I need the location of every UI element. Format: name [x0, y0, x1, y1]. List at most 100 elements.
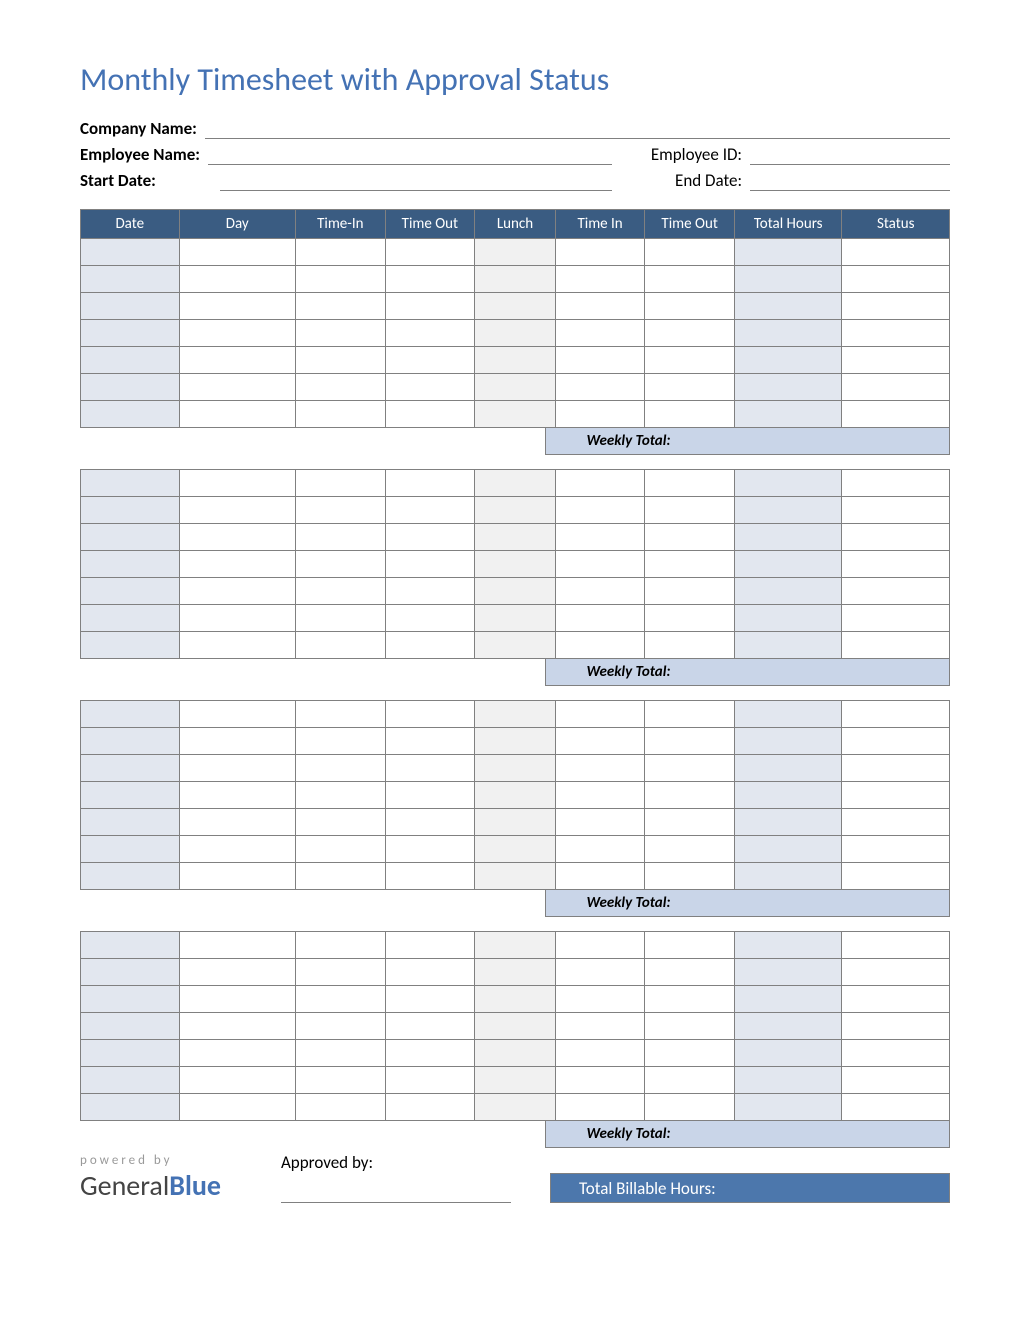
cell-status[interactable]: [842, 470, 950, 497]
cell-total_hours[interactable]: [734, 755, 842, 782]
cell-total_hours[interactable]: [734, 986, 842, 1013]
cell-status[interactable]: [842, 374, 950, 401]
cell-time_out_1[interactable]: [385, 1040, 475, 1067]
cell-total_hours[interactable]: [734, 701, 842, 728]
cell-time_out_2[interactable]: [645, 1040, 735, 1067]
cell-time_out_2[interactable]: [645, 551, 735, 578]
cell-time_out_1[interactable]: [385, 632, 475, 659]
cell-time_out_1[interactable]: [385, 374, 475, 401]
cell-date[interactable]: [81, 836, 180, 863]
cell-time_out_2[interactable]: [645, 809, 735, 836]
cell-status[interactable]: [842, 1013, 950, 1040]
cell-time_out_1[interactable]: [385, 782, 475, 809]
cell-time_in_1[interactable]: [296, 374, 386, 401]
cell-day[interactable]: [179, 932, 295, 959]
cell-day[interactable]: [179, 293, 295, 320]
cell-time_in_2[interactable]: [555, 1013, 645, 1040]
cell-lunch[interactable]: [475, 266, 556, 293]
cell-day[interactable]: [179, 266, 295, 293]
cell-time_in_1[interactable]: [296, 320, 386, 347]
cell-status[interactable]: [842, 986, 950, 1013]
cell-day[interactable]: [179, 1094, 295, 1121]
cell-time_out_1[interactable]: [385, 239, 475, 266]
cell-date[interactable]: [81, 1013, 180, 1040]
cell-time_out_2[interactable]: [645, 293, 735, 320]
cell-time_in_2[interactable]: [555, 551, 645, 578]
cell-time_out_2[interactable]: [645, 497, 735, 524]
cell-day[interactable]: [179, 836, 295, 863]
cell-total_hours[interactable]: [734, 551, 842, 578]
cell-time_in_2[interactable]: [555, 809, 645, 836]
cell-date[interactable]: [81, 728, 180, 755]
cell-time_out_1[interactable]: [385, 755, 475, 782]
cell-total_hours[interactable]: [734, 1067, 842, 1094]
cell-status[interactable]: [842, 959, 950, 986]
cell-lunch[interactable]: [475, 1013, 556, 1040]
cell-time_out_1[interactable]: [385, 836, 475, 863]
cell-time_out_1[interactable]: [385, 809, 475, 836]
cell-time_in_1[interactable]: [296, 293, 386, 320]
cell-total_hours[interactable]: [734, 320, 842, 347]
cell-time_out_1[interactable]: [385, 401, 475, 428]
cell-day[interactable]: [179, 1040, 295, 1067]
cell-time_in_1[interactable]: [296, 755, 386, 782]
cell-total_hours[interactable]: [734, 374, 842, 401]
cell-time_out_2[interactable]: [645, 239, 735, 266]
cell-lunch[interactable]: [475, 755, 556, 782]
cell-time_in_2[interactable]: [555, 374, 645, 401]
cell-day[interactable]: [179, 401, 295, 428]
cell-time_out_1[interactable]: [385, 578, 475, 605]
cell-time_out_1[interactable]: [385, 932, 475, 959]
cell-time_in_2[interactable]: [555, 728, 645, 755]
cell-time_in_1[interactable]: [296, 1094, 386, 1121]
cell-time_in_2[interactable]: [555, 578, 645, 605]
cell-lunch[interactable]: [475, 932, 556, 959]
cell-time_in_1[interactable]: [296, 266, 386, 293]
cell-lunch[interactable]: [475, 701, 556, 728]
cell-time_in_1[interactable]: [296, 524, 386, 551]
cell-lunch[interactable]: [475, 809, 556, 836]
cell-day[interactable]: [179, 497, 295, 524]
cell-date[interactable]: [81, 809, 180, 836]
cell-time_in_2[interactable]: [555, 497, 645, 524]
cell-date[interactable]: [81, 347, 180, 374]
cell-day[interactable]: [179, 728, 295, 755]
cell-total_hours[interactable]: [734, 863, 842, 890]
cell-date[interactable]: [81, 1094, 180, 1121]
cell-time_out_1[interactable]: [385, 605, 475, 632]
cell-lunch[interactable]: [475, 470, 556, 497]
cell-status[interactable]: [842, 524, 950, 551]
cell-total_hours[interactable]: [734, 1013, 842, 1040]
cell-time_in_1[interactable]: [296, 551, 386, 578]
cell-lunch[interactable]: [475, 632, 556, 659]
cell-time_out_2[interactable]: [645, 755, 735, 782]
cell-total_hours[interactable]: [734, 836, 842, 863]
cell-time_in_1[interactable]: [296, 1067, 386, 1094]
cell-day[interactable]: [179, 347, 295, 374]
cell-time_out_1[interactable]: [385, 524, 475, 551]
cell-total_hours[interactable]: [734, 632, 842, 659]
cell-day[interactable]: [179, 1067, 295, 1094]
cell-time_out_1[interactable]: [385, 293, 475, 320]
cell-status[interactable]: [842, 497, 950, 524]
cell-total_hours[interactable]: [734, 578, 842, 605]
cell-time_out_2[interactable]: [645, 524, 735, 551]
cell-day[interactable]: [179, 524, 295, 551]
cell-total_hours[interactable]: [734, 470, 842, 497]
cell-time_out_2[interactable]: [645, 959, 735, 986]
cell-time_out_2[interactable]: [645, 701, 735, 728]
cell-time_in_2[interactable]: [555, 1094, 645, 1121]
cell-total_hours[interactable]: [734, 401, 842, 428]
cell-day[interactable]: [179, 605, 295, 632]
cell-lunch[interactable]: [475, 1094, 556, 1121]
cell-total_hours[interactable]: [734, 932, 842, 959]
cell-time_out_2[interactable]: [645, 1013, 735, 1040]
cell-date[interactable]: [81, 293, 180, 320]
cell-date[interactable]: [81, 320, 180, 347]
cell-date[interactable]: [81, 551, 180, 578]
cell-time_out_1[interactable]: [385, 986, 475, 1013]
cell-time_out_1[interactable]: [385, 1067, 475, 1094]
cell-time_out_1[interactable]: [385, 320, 475, 347]
cell-lunch[interactable]: [475, 605, 556, 632]
cell-status[interactable]: [842, 755, 950, 782]
